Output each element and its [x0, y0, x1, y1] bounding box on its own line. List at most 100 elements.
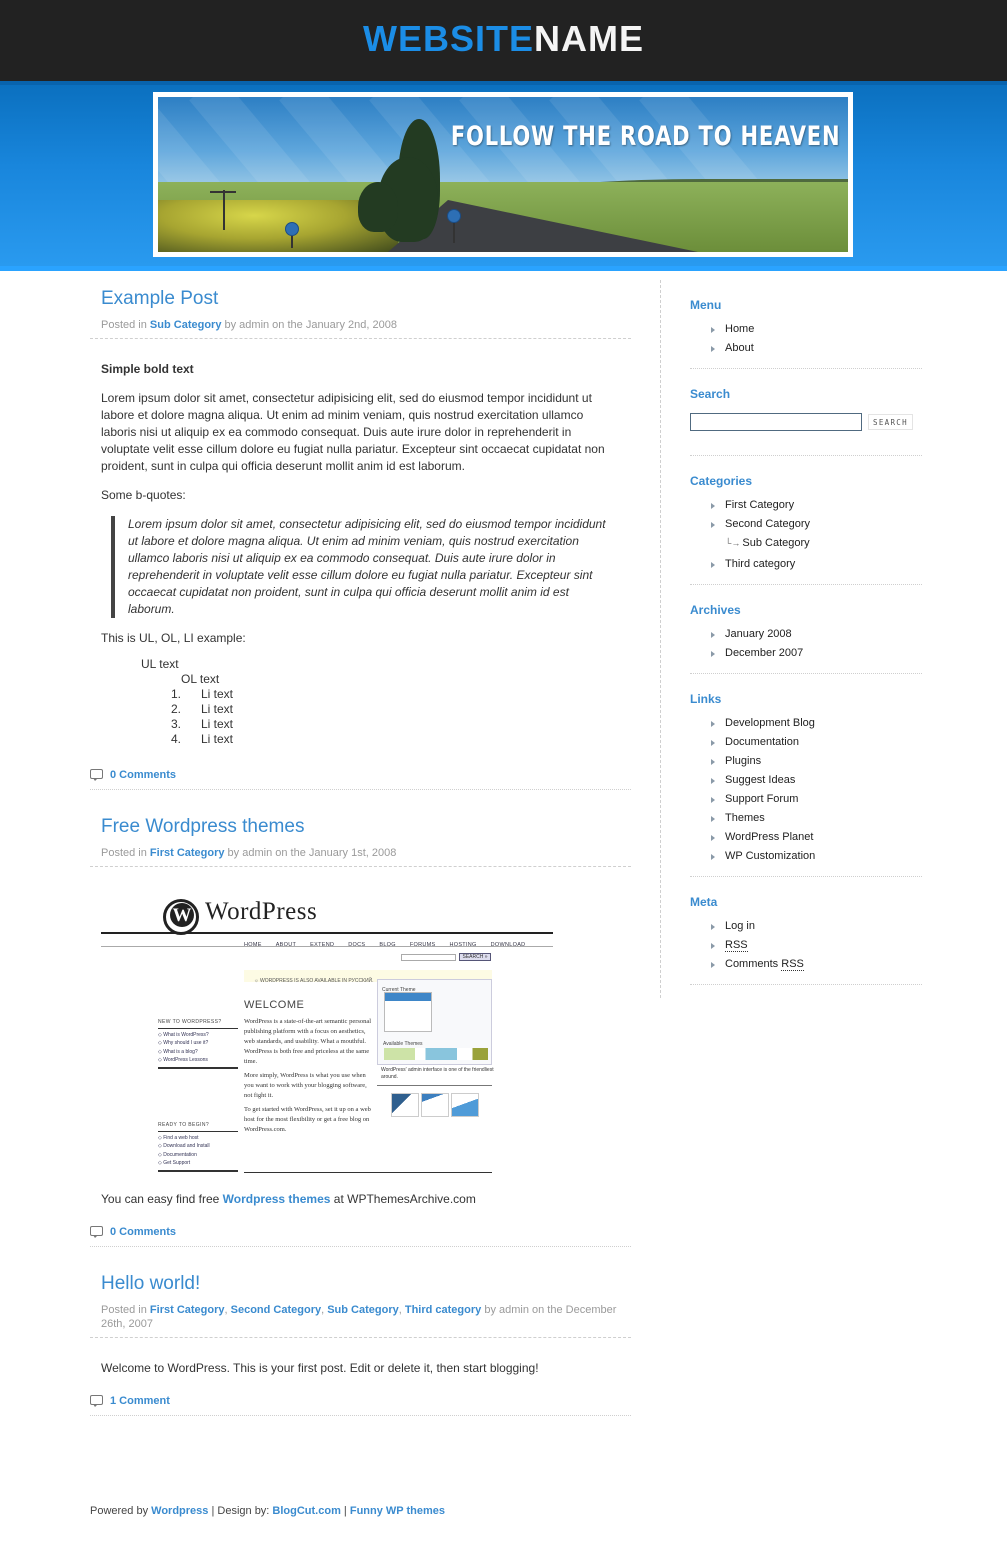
screenshot-welcome: WELCOME [244, 999, 305, 1011]
menu-item-about[interactable]: About [690, 339, 922, 358]
arrow-right-icon [711, 503, 715, 509]
screenshot-caption: WordPress' admin interface is one of the… [381, 1067, 494, 1080]
link-item[interactable]: Plugins [690, 752, 922, 771]
comment-bubble-icon [90, 1395, 103, 1407]
arrow-right-icon [711, 943, 715, 949]
search-button[interactable]: SEARCH [868, 414, 913, 430]
ol-text: OL text [181, 672, 220, 686]
widget-categories: Categories First Category Second Categor… [690, 474, 922, 585]
site-title-part1: WEBSITE [362, 18, 534, 59]
arrow-right-icon [711, 962, 715, 968]
li-item: 3. Li text [170, 717, 234, 731]
widget-search: Search SEARCH [690, 387, 922, 456]
post-meta: Posted in First Category by admin on the… [90, 846, 631, 867]
subcategory-arrow-icon: └→ [725, 538, 741, 548]
post-hello-world: Hello world! Posted in First Category, S… [90, 1273, 631, 1416]
site-title[interactable]: WEBSITENAME [0, 18, 1007, 60]
category-link[interactable]: Third category [405, 1304, 481, 1316]
post-comments: 0 Comments [90, 769, 631, 790]
category-subitem[interactable]: └→ Sub Category [690, 534, 922, 553]
arrow-right-icon [711, 346, 715, 352]
banner-image: FOLLOW THE ROAD TO HEAVEN [158, 97, 848, 252]
arrow-right-icon [711, 835, 715, 841]
widget-title: Menu [690, 298, 722, 312]
wordpress-wordmark: WordPress [205, 898, 318, 925]
li-item: 2. Li text [170, 702, 234, 716]
arrow-right-icon [711, 651, 715, 657]
blockquote: Lorem ipsum dolor sit amet, consectetur … [111, 516, 610, 618]
arrow-right-icon [711, 778, 715, 784]
post-comments: 1 Comment [90, 1395, 631, 1416]
bquote-label: Some b-quotes: [101, 488, 186, 502]
post-example: Example Post Posted in Sub Category by a… [90, 288, 631, 790]
arrow-right-icon [711, 632, 715, 638]
comments-link[interactable]: 0 Comments [110, 1226, 176, 1238]
wordpress-logo-icon [163, 899, 199, 935]
link-item[interactable]: Support Forum [690, 790, 922, 809]
meta-rss[interactable]: RSS [690, 936, 922, 955]
sidebar: Menu Home About Search SEARCH Categories… [690, 298, 922, 1003]
li-item: 4. Li text [170, 732, 234, 746]
footer-blogcut-link[interactable]: BlogCut.com [272, 1505, 340, 1517]
category-item[interactable]: First Category [690, 496, 922, 515]
link-item[interactable]: WordPress Planet [690, 828, 922, 847]
comments-link[interactable]: 0 Comments [110, 769, 176, 781]
top-bar: WEBSITENAME [0, 0, 1007, 81]
bold-text: Simple bold text [101, 362, 194, 376]
ul-example: UL text OL text 1. Li text 2. Li text 3. Li… [141, 657, 620, 747]
wordpress-themes-link[interactable]: Wordpress themes [223, 1192, 331, 1206]
post-text: You can easy find free Wordpress themes … [101, 1192, 476, 1206]
archive-item[interactable]: January 2008 [690, 625, 922, 644]
widget-links: Links Development Blog Documentation Plu… [690, 692, 922, 877]
arrow-right-icon [711, 562, 715, 568]
category-link[interactable]: Second Category [231, 1304, 321, 1316]
category-link[interactable]: Sub Category [327, 1304, 399, 1316]
archive-item[interactable]: December 2007 [690, 644, 922, 663]
screenshot-side-new: NEW TO WORDPRESS? ◇ What is WordPress? ◇… [158, 1018, 238, 1069]
wordpress-screenshot: WordPress HOMEABOUTEXTENDDOCSBLOGFORUMSH… [101, 887, 553, 1177]
category-item[interactable]: Third category [690, 555, 922, 574]
link-item[interactable]: Themes [690, 809, 922, 828]
meta-comments-rss[interactable]: Comments RSS [690, 955, 922, 974]
post-title[interactable]: Example Post [90, 288, 631, 310]
site-title-part2: NAME [534, 18, 644, 59]
meta-suffix: by admin on the January 2nd, 2008 [221, 319, 397, 331]
search-input[interactable] [690, 413, 862, 431]
link-item[interactable]: WP Customization [690, 847, 922, 866]
menu-item-home[interactable]: Home [690, 320, 922, 339]
footer-powered-text: Powered by [90, 1505, 152, 1517]
post-meta: Posted in First Category, Second Categor… [90, 1303, 631, 1338]
footer-design-text: | Design by: [208, 1505, 273, 1517]
category-link[interactable]: First Category [150, 1304, 225, 1316]
post-title[interactable]: Free Wordpress themes [90, 816, 631, 838]
link-item[interactable]: Documentation [690, 733, 922, 752]
arrow-right-icon [711, 740, 715, 746]
meta-prefix: Posted in [101, 319, 150, 331]
category-item[interactable]: Second Category [690, 515, 922, 534]
post-title[interactable]: Hello world! [90, 1273, 631, 1295]
link-item[interactable]: Development Blog [690, 714, 922, 733]
meta-prefix: Posted in [101, 1304, 150, 1316]
ul-text: UL text [141, 657, 179, 671]
footer-wordpress-link[interactable]: Wordpress [151, 1505, 208, 1517]
main-content: Example Post Posted in Sub Category by a… [90, 280, 631, 1416]
comments-link[interactable]: 1 Comment [110, 1395, 170, 1407]
header-banner: FOLLOW THE ROAD TO HEAVEN [153, 92, 853, 257]
arrow-right-icon [711, 327, 715, 333]
post-meta: Posted in Sub Category by admin on the J… [90, 318, 631, 339]
meta-login[interactable]: Log in [690, 917, 922, 936]
arrow-right-icon [711, 924, 715, 930]
category-link[interactable]: First Category [150, 847, 225, 859]
screenshot-search-button: SEARCH » [459, 953, 491, 961]
link-item[interactable]: Suggest Ideas [690, 771, 922, 790]
widget-title: Search [690, 387, 731, 401]
ol-example: OL text 1. Li text 2. Li text 3. Li text 4.… [170, 672, 620, 747]
arrow-right-icon [711, 797, 715, 803]
post-text: Welcome to WordPress. This is your first… [101, 1361, 539, 1375]
post-comments: 0 Comments [90, 1226, 631, 1247]
footer-funny-themes-link[interactable]: Funny WP themes [350, 1505, 445, 1517]
category-link[interactable]: Sub Category [150, 319, 222, 331]
list-label: This is UL, OL, LI example: [101, 631, 246, 645]
widget-title: Archives [690, 603, 741, 617]
post-body: WordPress HOMEABOUTEXTENDDOCSBLOGFORUMSH… [90, 887, 631, 1208]
